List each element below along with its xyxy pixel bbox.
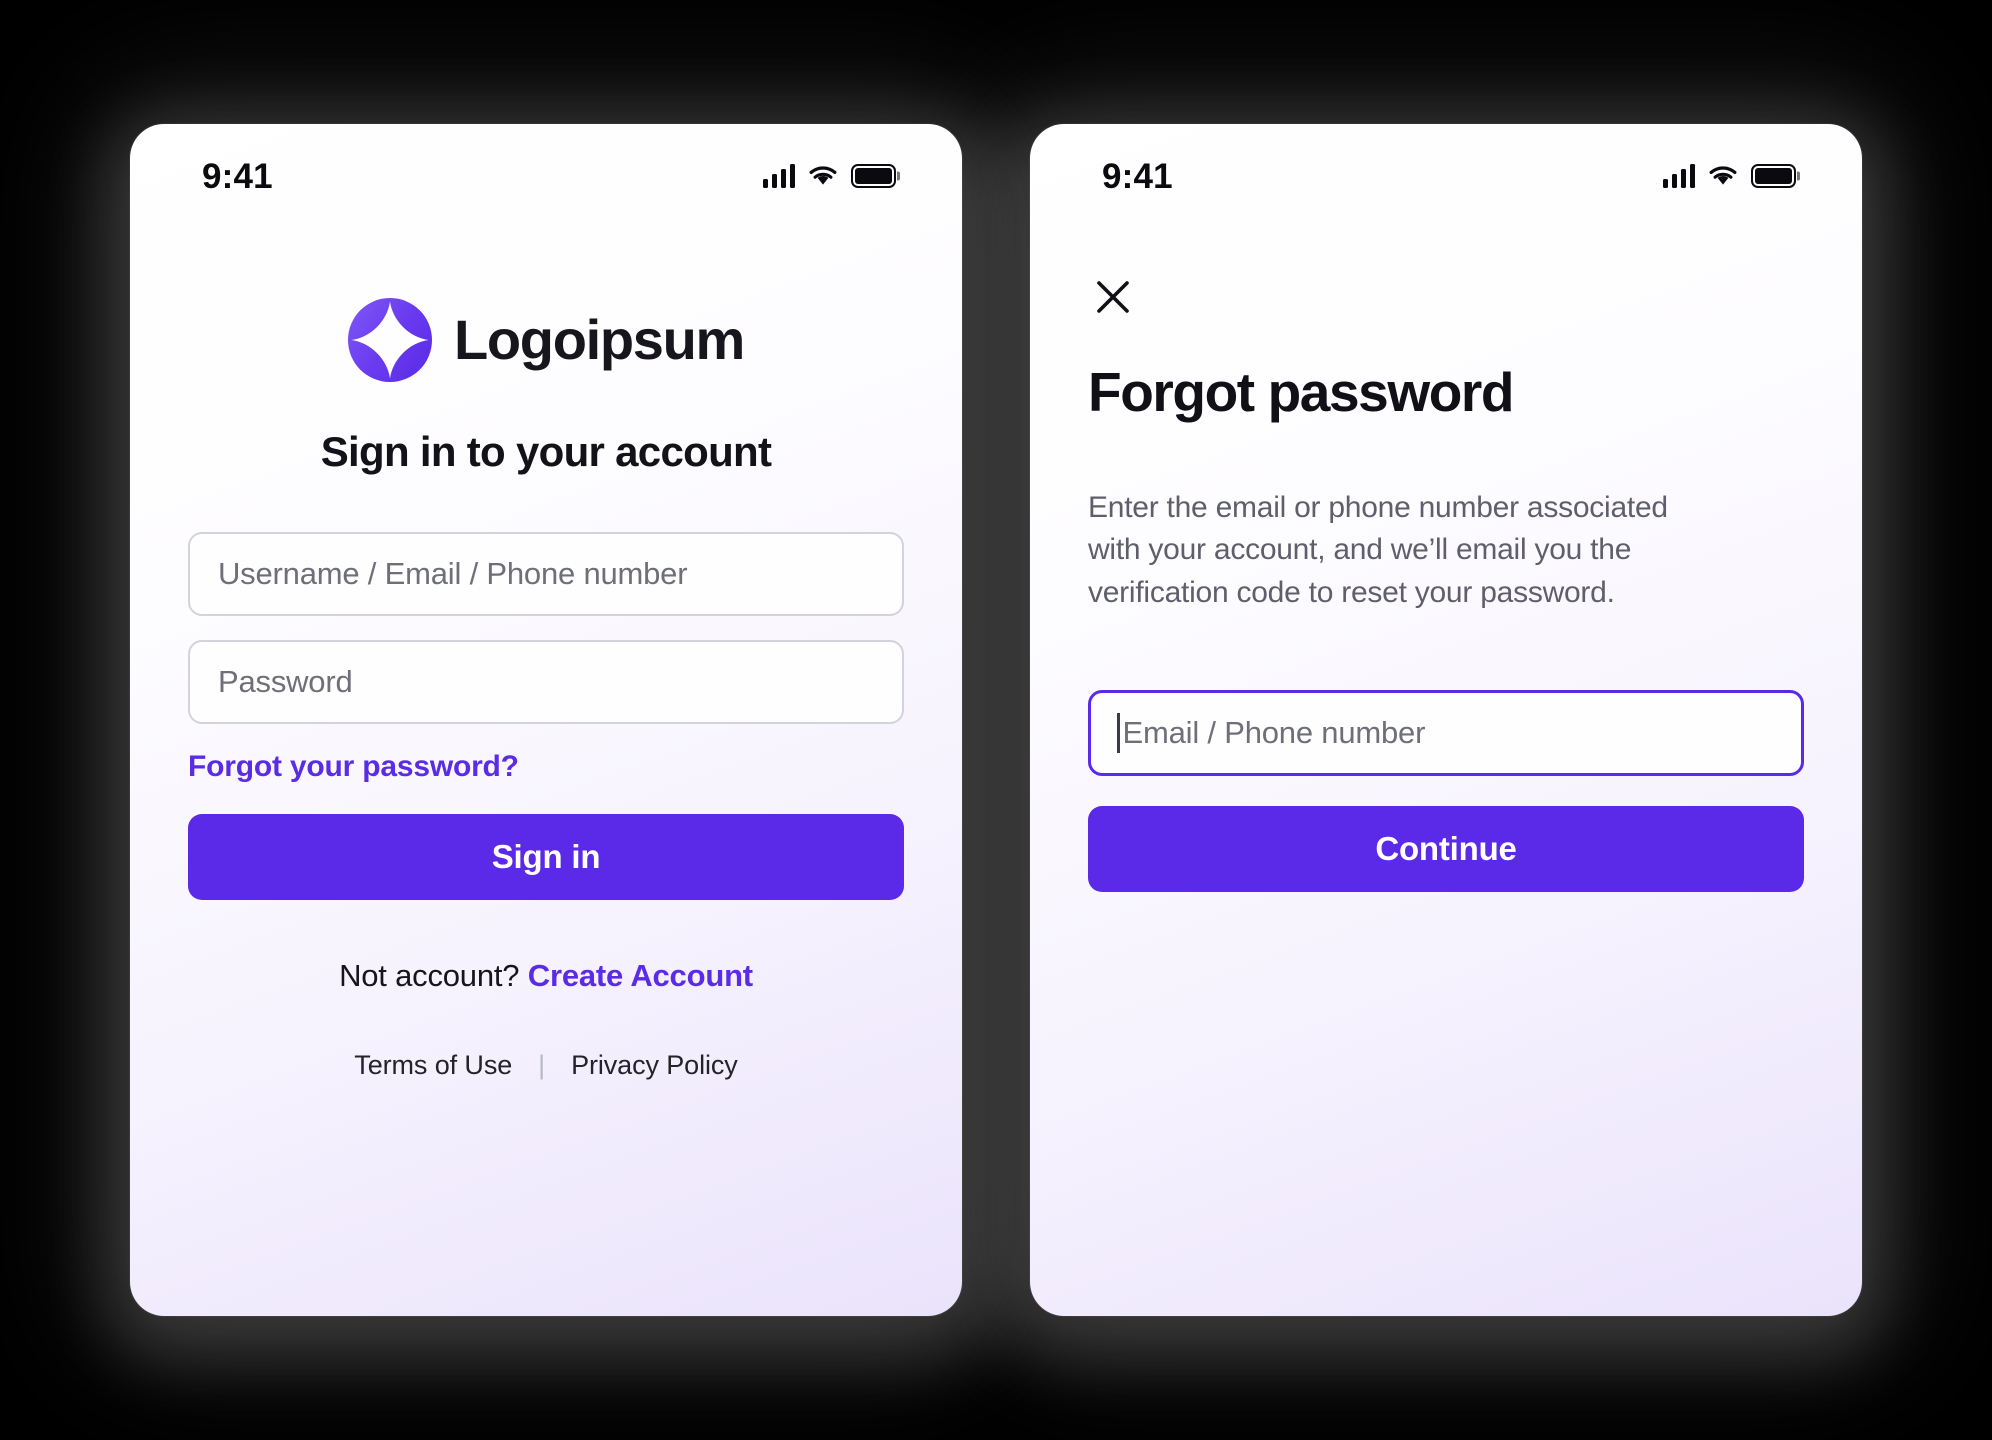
- screenshot-stage: 9:41 Logoipsum Sign in to your account U…: [0, 0, 1992, 1440]
- page-description: Enter the email or phone number associat…: [1088, 490, 1668, 609]
- create-account-link[interactable]: Create Account: [528, 958, 753, 993]
- status-bar-icons: [1662, 164, 1796, 188]
- battery-icon: [1751, 164, 1796, 188]
- legal-links-row: Terms of Use | Privacy Policy: [188, 1050, 904, 1081]
- status-bar-time: 9:41: [202, 156, 273, 196]
- create-account-row: Not account? Create Account: [188, 958, 904, 994]
- status-bar-signin: 9:41: [130, 124, 962, 228]
- status-bar-time: 9:41: [1102, 156, 1173, 196]
- forgot-password-link[interactable]: Forgot your password?: [188, 750, 519, 784]
- battery-icon: [851, 164, 896, 188]
- wifi-icon: [1709, 166, 1737, 185]
- legal-separator: |: [538, 1050, 546, 1080]
- status-bar-forgot: 9:41: [1030, 124, 1862, 228]
- wifi-icon: [809, 166, 837, 185]
- username-input-placeholder: Username / Email / Phone number: [218, 556, 688, 591]
- cellular-signal-icon: [1662, 164, 1695, 188]
- text-caret: [1117, 713, 1120, 754]
- cellular-signal-icon: [762, 164, 795, 188]
- signin-screen-content: Logoipsum Sign in to your account Userna…: [130, 228, 962, 1316]
- privacy-policy-link[interactable]: Privacy Policy: [571, 1050, 738, 1081]
- phone-forgot-password-screen: 9:41 Forgot password Enter the email or …: [1030, 124, 1862, 1316]
- brand-name: Logoipsum: [453, 308, 745, 371]
- continue-button[interactable]: Continue: [1088, 806, 1804, 893]
- username-input[interactable]: Username / Email / Phone number: [188, 532, 904, 616]
- create-account-prompt: Not account?: [339, 958, 520, 993]
- email-phone-input[interactable]: Email / Phone number: [1088, 690, 1804, 777]
- brand-lockup: Logoipsum: [188, 298, 904, 382]
- four-point-star-logo-icon: [347, 298, 432, 382]
- page-title: Sign in to your account: [320, 428, 772, 475]
- close-x-icon: [1097, 281, 1129, 313]
- email-phone-input-placeholder: Email / Phone number: [1122, 715, 1426, 751]
- page-title: Forgot password: [1088, 361, 1515, 423]
- phone-signin-screen: 9:41 Logoipsum Sign in to your account U…: [130, 124, 962, 1316]
- password-input[interactable]: Password: [188, 640, 904, 724]
- close-button[interactable]: [1090, 274, 1136, 320]
- forgot-screen-content: Forgot password Enter the email or phone…: [1030, 228, 1862, 1316]
- password-input-placeholder: Password: [218, 664, 353, 699]
- terms-of-use-link[interactable]: Terms of Use: [354, 1050, 512, 1081]
- status-bar-icons: [762, 164, 896, 188]
- sign-in-button[interactable]: Sign in: [188, 814, 904, 900]
